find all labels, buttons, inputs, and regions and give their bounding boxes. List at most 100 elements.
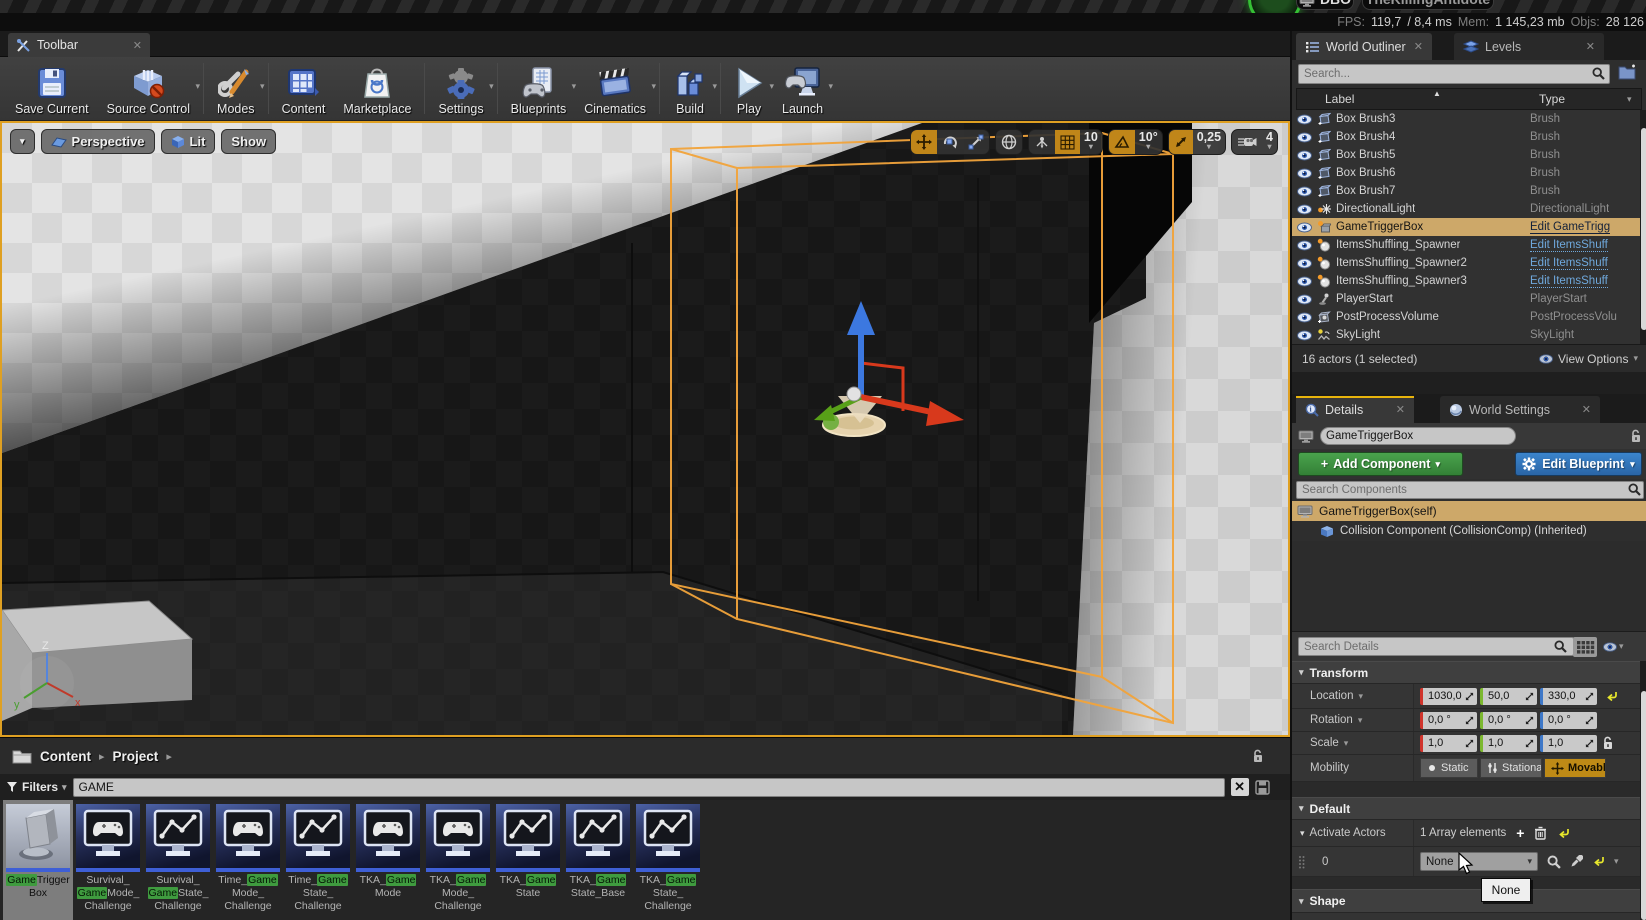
close-icon[interactable]: ✕ xyxy=(1396,403,1405,416)
asset-tile[interactable]: Survival_ GameState_ Challenge xyxy=(143,800,213,920)
visibility-eye-icon[interactable] xyxy=(1297,330,1312,341)
component-row-self[interactable]: GameTriggerBox(self) xyxy=(1292,501,1646,521)
toolbar-button-marketplace[interactable]: Marketplace xyxy=(334,57,420,120)
outliner-row-gametriggerbox[interactable]: GameTriggerBox Edit GameTrigg xyxy=(1292,218,1640,236)
outliner-row-box brush4[interactable]: Box Brush4 Brush xyxy=(1292,128,1640,146)
asset-tile[interactable]: TKA_Game Mode xyxy=(353,800,423,920)
expand-icon[interactable] xyxy=(1525,692,1534,701)
actor-name-input[interactable] xyxy=(1320,427,1516,445)
close-icon[interactable]: ✕ xyxy=(1414,40,1423,53)
view-options-button[interactable]: View Options ▾ xyxy=(1539,352,1638,366)
expand-icon[interactable] xyxy=(1465,692,1474,701)
move-tool-button[interactable] xyxy=(910,130,937,154)
reset-to-default-icon[interactable] xyxy=(1592,856,1605,867)
expand-icon[interactable] xyxy=(1525,716,1534,725)
toolbar-button-settings[interactable]: ▾ Settings xyxy=(429,57,494,120)
property-visibility-button[interactable]: ▾ xyxy=(1603,641,1624,652)
outliner-scrollbar-track[interactable] xyxy=(1640,110,1646,344)
show-button[interactable]: Show xyxy=(221,129,277,154)
expand-icon[interactable] xyxy=(1525,739,1534,748)
toolbar-button-content[interactable]: Content xyxy=(273,57,335,120)
perspective-button[interactable]: Perspective xyxy=(40,129,155,154)
expand-icon[interactable] xyxy=(1585,692,1594,701)
transform-value-y[interactable]: 1,0 xyxy=(1480,734,1537,752)
display-filter-grid-icon[interactable] xyxy=(1573,636,1597,657)
type-filter-icon[interactable]: ▾ xyxy=(1627,94,1632,105)
mobility-static[interactable]: Static xyxy=(1420,758,1478,778)
visibility-eye-icon[interactable] xyxy=(1297,114,1312,125)
add-component-button[interactable]: + Add Component ▾ xyxy=(1298,452,1463,476)
element-value-dropdown[interactable]: None ▾ xyxy=(1420,852,1538,871)
viewport-3d[interactable]: Z x y ▾ Perspective Lit Show 10 ▾ 10° ▾ … xyxy=(0,121,1290,737)
transform-value-y[interactable]: 50,0 xyxy=(1480,687,1537,705)
close-icon[interactable]: ✕ xyxy=(133,39,142,52)
asset-tile[interactable]: TKA_Game State xyxy=(493,800,563,920)
tab-details[interactable]: i Details ✕ xyxy=(1296,396,1414,423)
dbo-button[interactable]: DBO xyxy=(1296,0,1354,10)
element-options-icon[interactable]: ▾ xyxy=(1614,856,1619,867)
expand-icon[interactable] xyxy=(1585,716,1594,725)
camera-speed-button[interactable] xyxy=(1232,130,1262,154)
content-search-input[interactable] xyxy=(72,777,1225,797)
transform-value-z[interactable]: 0,0 ° xyxy=(1540,711,1597,729)
asset-tile[interactable]: Time_Game Mode_ Challenge xyxy=(213,800,283,920)
viewport-options-button[interactable]: ▾ xyxy=(10,129,35,154)
transform-value-x[interactable]: 1030,0 xyxy=(1420,687,1477,705)
reset-to-default-icon[interactable] xyxy=(1557,828,1570,839)
visibility-eye-icon[interactable] xyxy=(1297,222,1312,233)
lock-icon[interactable] xyxy=(1252,749,1264,764)
visibility-eye-icon[interactable] xyxy=(1297,276,1312,287)
world-local-toggle[interactable] xyxy=(996,130,1022,154)
transform-value-y[interactable]: 0,0 ° xyxy=(1480,711,1537,729)
component-row-collision[interactable]: Collision Component (CollisionComp) (Inh… xyxy=(1292,521,1646,541)
transform-value-x[interactable]: 0,0 ° xyxy=(1420,711,1477,729)
camera-speed-value[interactable]: 4 ▾ xyxy=(1262,131,1277,152)
lit-button[interactable]: Lit xyxy=(160,129,216,154)
search-details-input[interactable] xyxy=(1298,637,1574,656)
mobility-movable[interactable]: Movable xyxy=(1544,758,1606,778)
section-default[interactable]: ▾ Default xyxy=(1292,797,1646,820)
clear-array-icon[interactable] xyxy=(1534,826,1547,840)
asset-tile[interactable]: TKA_Game State_Base xyxy=(563,800,633,920)
outliner-row-box brush6[interactable]: Box Brush6 Brush xyxy=(1292,164,1640,182)
edit-blueprint-button[interactable]: Edit Blueprint ▾ xyxy=(1514,452,1642,476)
toolbar-button-save-current[interactable]: Save Current xyxy=(6,57,98,120)
eyedropper-icon[interactable] xyxy=(1570,855,1583,868)
outliner-scrollbar-thumb[interactable] xyxy=(1641,128,1646,330)
column-label[interactable]: Label xyxy=(1325,92,1354,106)
visibility-eye-icon[interactable] xyxy=(1297,258,1312,269)
asset-tile[interactable]: Survival_ GameMode_ Challenge xyxy=(73,800,143,920)
asset-tile[interactable]: TKA_Game Mode_ Challenge xyxy=(423,800,493,920)
outliner-row-itemsshuffling_spawner2[interactable]: ItemsShuffling_Spawner2 Edit ItemsShuff xyxy=(1292,254,1640,272)
scale-snap-value[interactable]: 0,25 ▾ xyxy=(1193,131,1225,152)
close-icon[interactable]: ✕ xyxy=(1586,40,1595,53)
outliner-row-itemsshuffling_spawner3[interactable]: ItemsShuffling_Spawner3 Edit ItemsShuff xyxy=(1292,272,1640,290)
scale-tool-button[interactable] xyxy=(963,130,989,154)
expand-icon[interactable] xyxy=(1465,739,1474,748)
rotate-tool-button[interactable] xyxy=(937,130,963,154)
chevron-down-icon[interactable]: ▾ xyxy=(1358,715,1363,726)
visibility-eye-icon[interactable] xyxy=(1297,312,1312,323)
toolbar-button-cinematics[interactable]: ▾ Cinematics xyxy=(575,57,656,120)
section-transform[interactable]: ▾ Transform xyxy=(1292,661,1646,684)
surface-snap-button[interactable] xyxy=(1029,130,1055,154)
angle-snap-value[interactable]: 10° ▾ xyxy=(1135,131,1162,152)
outliner-row-postprocessvolume[interactable]: PostProcessVolume PostProcessVolu xyxy=(1292,308,1640,326)
browse-icon[interactable] xyxy=(1547,855,1561,869)
visibility-eye-icon[interactable] xyxy=(1297,186,1312,197)
expand-icon[interactable] xyxy=(1465,716,1474,725)
project-title-button[interactable]: TheKillingAntidote xyxy=(1362,0,1494,10)
drag-handle[interactable] xyxy=(1298,855,1305,869)
lock-icon[interactable] xyxy=(1630,429,1642,444)
filters-button[interactable]: Filters ▾ xyxy=(6,780,67,794)
angle-snap-toggle[interactable] xyxy=(1108,130,1135,154)
outliner-row-itemsshuffling_spawner[interactable]: ItemsShuffling_Spawner Edit ItemsShuff xyxy=(1292,236,1640,254)
column-type[interactable]: Type xyxy=(1539,92,1565,106)
details-scrollbar-track[interactable] xyxy=(1640,661,1646,920)
chevron-down-icon[interactable]: ▾ xyxy=(1344,738,1349,749)
outliner-row-skylight[interactable]: SkyLight SkyLight xyxy=(1292,326,1640,344)
toolbar-button-build[interactable]: ▾ Build xyxy=(664,57,717,120)
transform-value-x[interactable]: 1,0 xyxy=(1420,734,1477,752)
toolbar-button-source-control[interactable]: ▾ Source Control xyxy=(98,57,200,120)
close-icon[interactable]: ✕ xyxy=(1582,403,1591,416)
